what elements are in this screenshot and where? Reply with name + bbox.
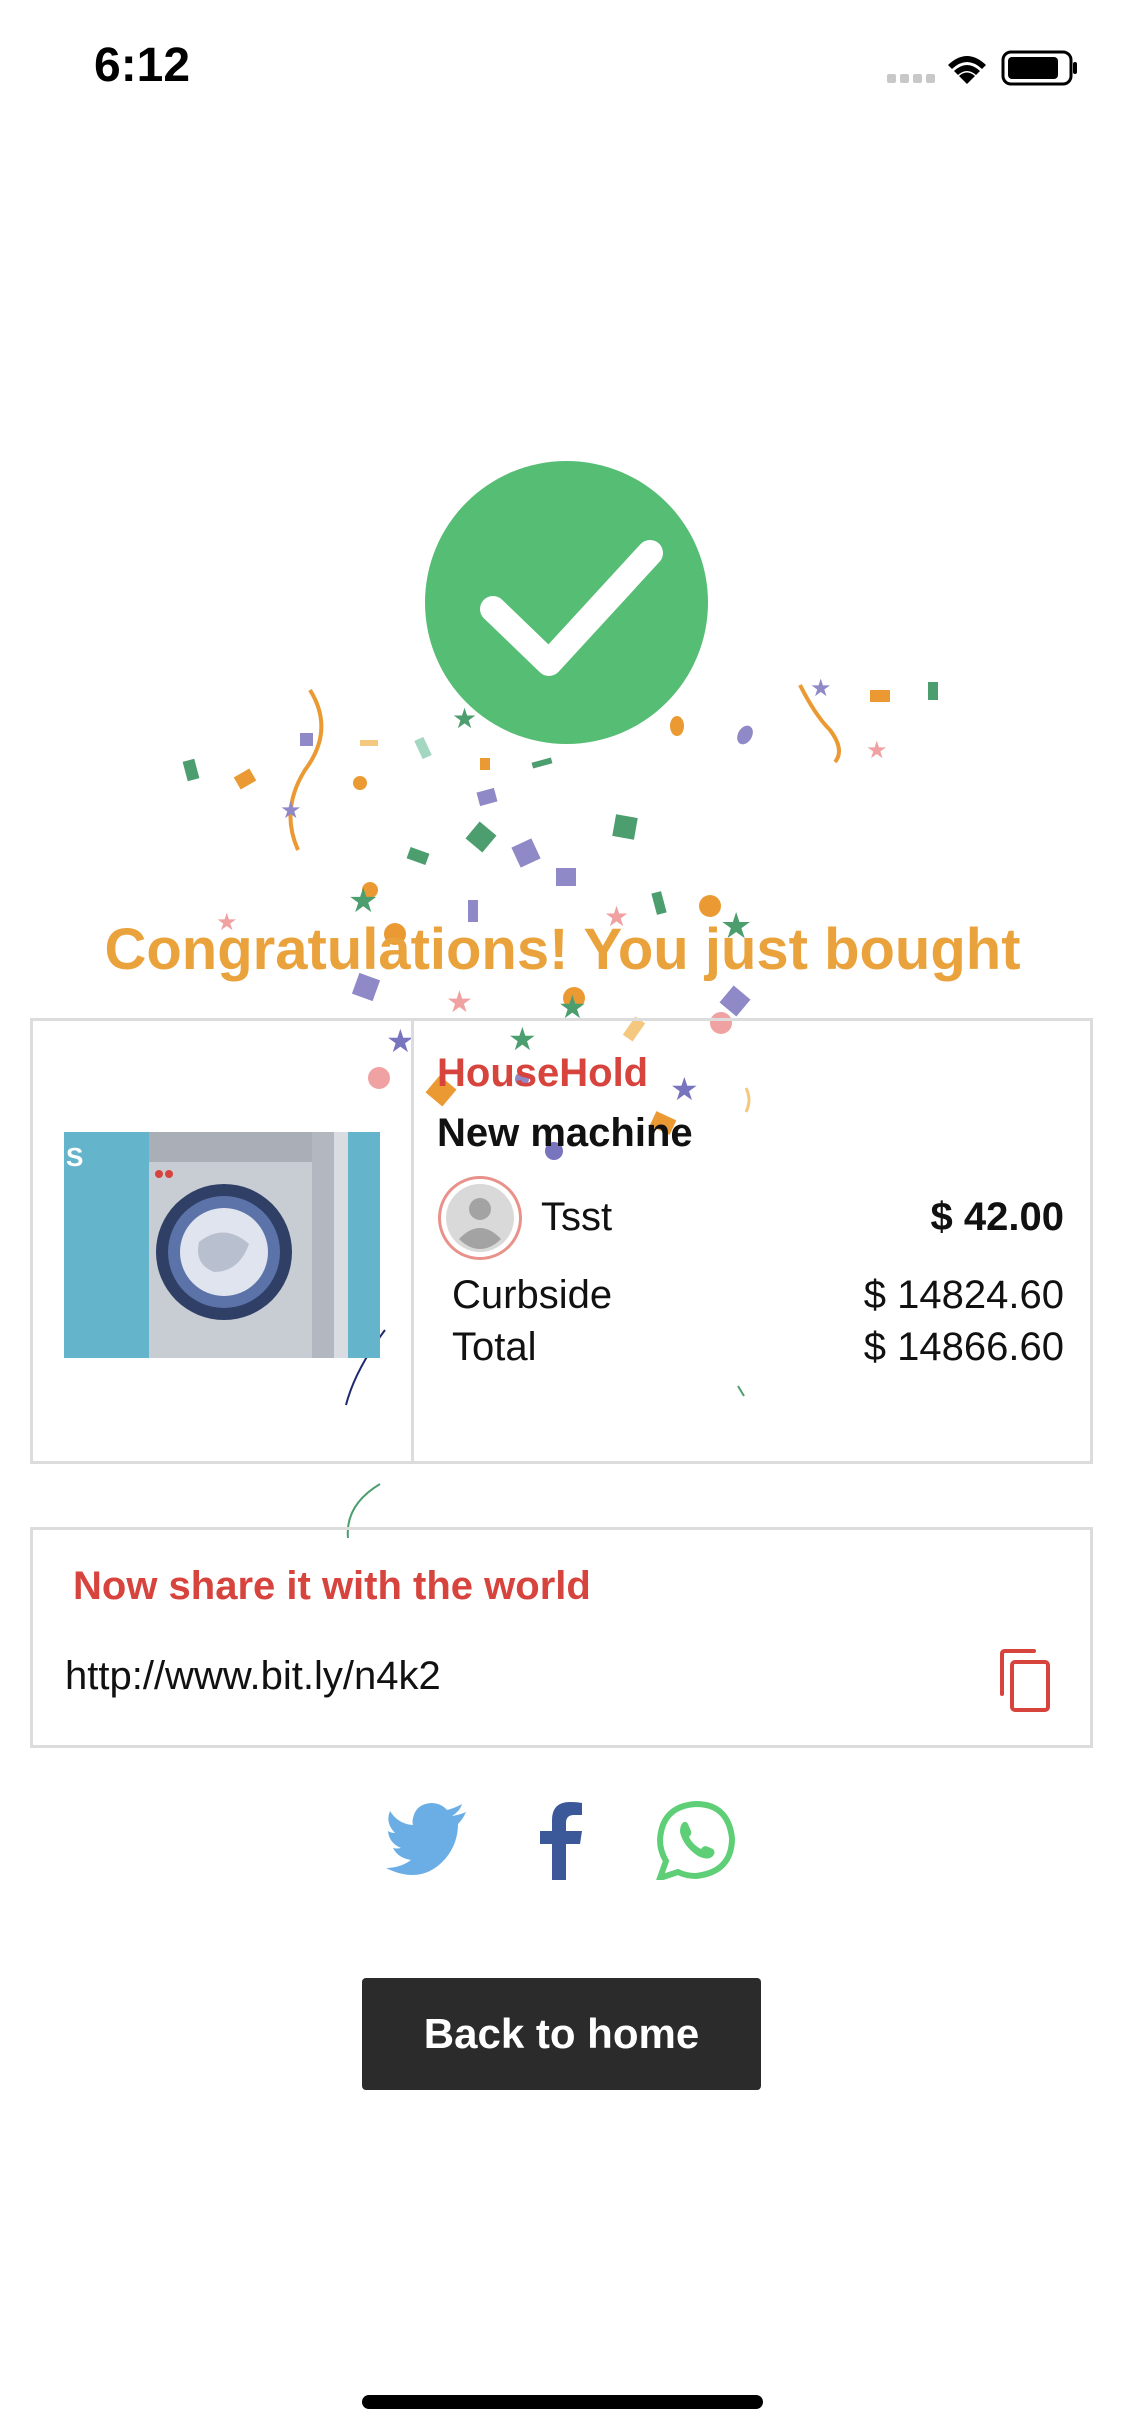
wifi-icon xyxy=(948,56,986,84)
svg-text:★: ★ xyxy=(446,986,473,1019)
twitter-icon xyxy=(386,1803,466,1876)
copy-icon xyxy=(1000,1649,1050,1712)
item-price: $ 42.00 xyxy=(930,1195,1064,1239)
back-to-home-button[interactable]: Back to home xyxy=(362,1978,761,2090)
share-link[interactable]: http://www.bit.ly/n4k2 xyxy=(65,1654,441,1699)
total-value: $ 14866.60 xyxy=(863,1325,1064,1369)
battery-icon xyxy=(1001,50,1077,86)
whatsapp-share-button[interactable] xyxy=(656,1800,736,1880)
product-name: New machine xyxy=(437,1111,693,1155)
purchased-product-card: S HouseHold New machine Tsst $ 42.00 Cur… xyxy=(30,1018,1093,1464)
twitter-share-button[interactable] xyxy=(386,1800,468,1880)
washing-machine-image: S xyxy=(64,1132,380,1358)
home-indicator xyxy=(362,2395,763,2409)
total-label: Total xyxy=(452,1325,537,1369)
order-success-screen: 6:12 ★ ★ ★ ★ ★ ★ ★ ★ ★ ★ ★ ★ ★ Congratul… xyxy=(0,0,1125,2436)
share-card: Now share it with the world http://www.b… xyxy=(30,1527,1093,1748)
signal-icon xyxy=(887,74,935,83)
seller-name: Tsst xyxy=(541,1195,613,1239)
svg-text:S: S xyxy=(66,1142,83,1172)
success-badge xyxy=(425,461,708,744)
svg-text:★: ★ xyxy=(810,675,832,702)
congrats-heading: Congratulations! You just bought xyxy=(104,917,1021,982)
whatsapp-icon xyxy=(656,1800,736,1880)
facebook-icon xyxy=(540,1802,582,1880)
svg-text:★: ★ xyxy=(866,737,888,764)
share-title: Now share it with the world xyxy=(73,1564,591,1608)
svg-text:★: ★ xyxy=(348,882,378,920)
card-divider xyxy=(411,1021,414,1461)
curbside-label: Curbside xyxy=(452,1273,613,1317)
checkmark-icon xyxy=(480,540,663,676)
facebook-share-button[interactable] xyxy=(538,1800,588,1880)
svg-text:★: ★ xyxy=(280,797,302,824)
status-time: 6:12 xyxy=(94,39,191,92)
curbside-value: $ 14824.60 xyxy=(863,1273,1064,1317)
user-avatar-icon xyxy=(438,1176,522,1260)
copy-link-button[interactable] xyxy=(994,1648,1054,1714)
product-category: HouseHold xyxy=(437,1051,649,1095)
status-icons xyxy=(857,46,1077,90)
